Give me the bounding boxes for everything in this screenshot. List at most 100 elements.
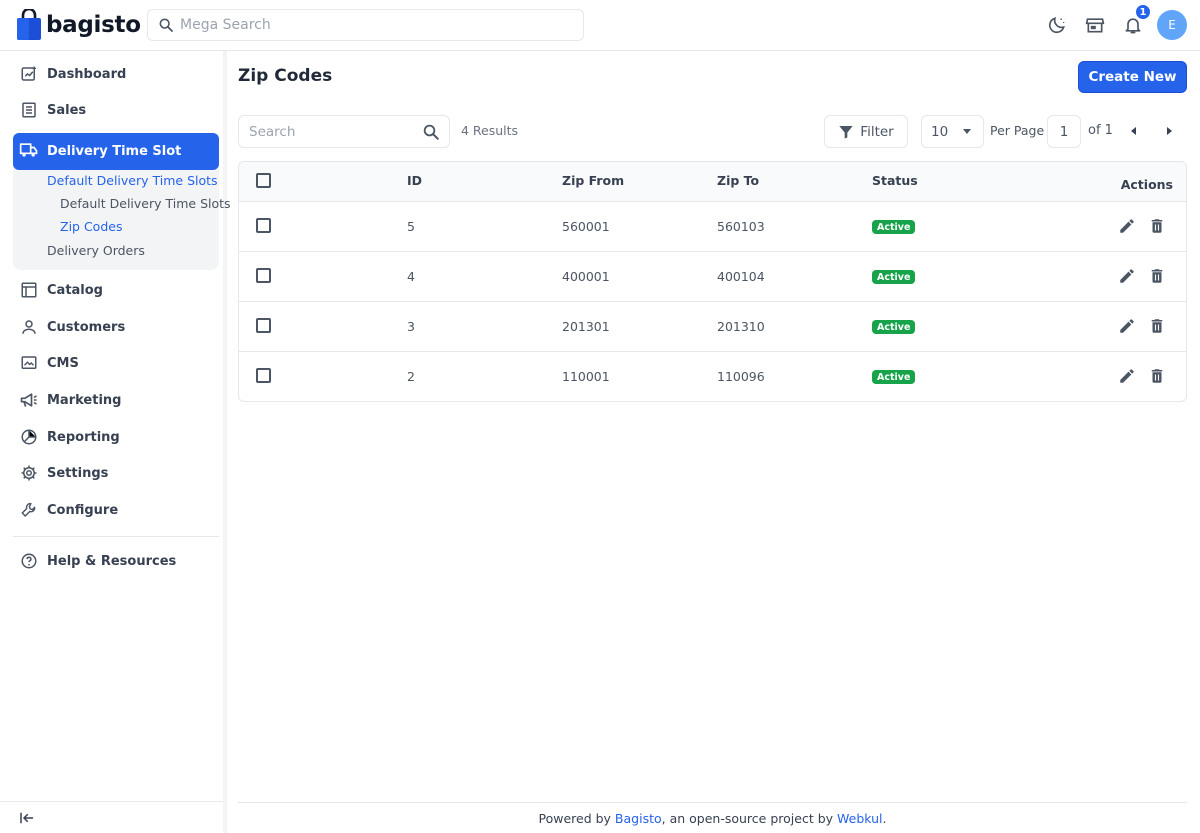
- cell-zip-to: 201310: [717, 319, 765, 334]
- sidebar-item-marketing[interactable]: Marketing: [13, 382, 219, 418]
- delete-trash-icon[interactable]: [1147, 316, 1167, 336]
- search-icon: [159, 18, 173, 32]
- sidebar-item-sales[interactable]: Sales: [13, 92, 219, 128]
- dashboard-icon: [19, 64, 39, 84]
- per-page-value: 10: [931, 123, 949, 140]
- cell-id: 4: [407, 269, 415, 284]
- sidebar-item-label: Settings: [47, 465, 109, 481]
- filter-button[interactable]: Filter: [824, 115, 908, 148]
- column-header-zip-to[interactable]: Zip To: [717, 173, 759, 188]
- chevron-down-icon: [963, 129, 971, 134]
- sidebar-item-label: Configure: [47, 502, 119, 518]
- sidebar-item-label: Customers: [47, 319, 126, 335]
- edit-pencil-icon[interactable]: [1117, 266, 1137, 286]
- column-header-zip-from[interactable]: Zip From: [562, 173, 624, 188]
- sales-icon: [19, 100, 39, 120]
- sidebar-item-reporting[interactable]: Reporting: [13, 419, 219, 455]
- delete-trash-icon[interactable]: [1147, 266, 1167, 286]
- footer-link-bagisto[interactable]: Bagisto: [615, 811, 662, 826]
- sidebar: Dashboard Sales Delivery Time Slot Defau…: [0, 51, 231, 833]
- row-checkbox[interactable]: [256, 218, 271, 233]
- customers-icon: [19, 317, 39, 337]
- help-question-icon: [19, 551, 39, 571]
- sidebar-item-customers[interactable]: Customers: [13, 309, 219, 345]
- table-header: ID Zip From Zip To Status Actions: [239, 162, 1186, 202]
- footer-suffix: .: [882, 810, 887, 826]
- select-all-checkbox[interactable]: [256, 173, 271, 188]
- bagisto-logo[interactable]: bagisto: [16, 9, 141, 41]
- create-new-button[interactable]: Create New: [1078, 61, 1187, 93]
- reporting-chart-icon: [19, 427, 39, 447]
- table-row: 2 110001 110096 Active: [239, 352, 1186, 401]
- filter-funnel-icon: [839, 125, 853, 139]
- user-avatar[interactable]: E: [1157, 10, 1187, 40]
- gear-icon: [19, 463, 39, 483]
- sidebar-item-catalog[interactable]: Catalog: [13, 272, 219, 308]
- row-checkbox[interactable]: [256, 268, 271, 283]
- previous-page-arrow-icon[interactable]: [1131, 126, 1141, 136]
- marketing-megaphone-icon: [19, 390, 39, 410]
- wrench-icon: [19, 500, 39, 520]
- sidebar-item-help-resources[interactable]: Help & Resources: [13, 543, 219, 579]
- edit-pencil-icon[interactable]: [1117, 316, 1137, 336]
- moon-icon: [1048, 17, 1065, 34]
- brand-name: bagisto: [46, 12, 141, 38]
- column-header-actions: Actions: [1120, 177, 1173, 192]
- table-row: 3 201301 201310 Active: [239, 302, 1186, 352]
- submenu-zip-codes[interactable]: Zip Codes: [60, 219, 122, 234]
- mega-search-input[interactable]: [180, 17, 560, 33]
- next-page-arrow-icon[interactable]: [1165, 126, 1175, 136]
- sidebar-item-label: Catalog: [47, 282, 103, 298]
- dark-mode-toggle[interactable]: [1045, 13, 1069, 37]
- collapse-sidebar-button[interactable]: [0, 801, 223, 833]
- cell-zip-to: 110096: [717, 369, 765, 384]
- footer-link-webkul[interactable]: Webkul: [837, 811, 883, 826]
- search-icon[interactable]: [422, 123, 440, 145]
- submenu-default-delivery-time-slots[interactable]: Default Delivery Time Slots: [47, 173, 218, 188]
- row-checkbox[interactable]: [256, 368, 271, 383]
- storefront-button[interactable]: [1083, 13, 1107, 37]
- page-title: Zip Codes: [238, 66, 333, 86]
- footer-middle: , an open-source project by: [661, 810, 837, 826]
- per-page-label: Per Page: [990, 123, 1045, 138]
- sidebar-item-cms[interactable]: CMS: [13, 345, 219, 381]
- cell-zip-from: 110001: [562, 369, 610, 384]
- column-header-id[interactable]: ID: [407, 173, 422, 188]
- store-icon: [1085, 18, 1105, 33]
- sidebar-item-dashboard[interactable]: Dashboard: [13, 56, 219, 92]
- column-header-status[interactable]: Status: [872, 173, 918, 188]
- results-count: 4 Results: [461, 123, 519, 138]
- cell-zip-from: 201301: [562, 319, 610, 334]
- sidebar-item-label: Delivery Time Slot: [47, 144, 182, 159]
- cell-zip-from: 560001: [562, 219, 610, 234]
- sidebar-item-settings[interactable]: Settings: [13, 455, 219, 491]
- page-number-input[interactable]: 1: [1047, 115, 1081, 148]
- cell-zip-to: 400104: [717, 269, 765, 284]
- page-total: of 1: [1088, 123, 1113, 138]
- table-row: 5 560001 560103 Active: [239, 202, 1186, 252]
- datagrid-search-box[interactable]: [238, 115, 450, 148]
- mega-search-box[interactable]: [147, 9, 584, 41]
- cell-zip-from: 400001: [562, 269, 610, 284]
- sidebar-item-delivery-time-slot[interactable]: Delivery Time Slot: [13, 133, 219, 170]
- row-checkbox[interactable]: [256, 318, 271, 333]
- status-badge: Active: [872, 220, 916, 234]
- submenu-default-delivery-time-slots-child[interactable]: Default Delivery Time Slots: [60, 196, 231, 211]
- footer-prefix: Powered by: [538, 810, 615, 826]
- sidebar-item-label: Marketing: [47, 392, 122, 408]
- status-badge: Active: [872, 320, 916, 334]
- sidebar-item-label: Reporting: [47, 429, 120, 445]
- delete-trash-icon[interactable]: [1147, 216, 1167, 236]
- submenu-delivery-orders[interactable]: Delivery Orders: [47, 243, 145, 258]
- delete-trash-icon[interactable]: [1147, 366, 1167, 386]
- status-badge: Active: [872, 270, 916, 284]
- per-page-select[interactable]: 10: [921, 115, 984, 148]
- edit-pencil-icon[interactable]: [1117, 366, 1137, 386]
- sidebar-item-configure[interactable]: Configure: [13, 492, 219, 528]
- edit-pencil-icon[interactable]: [1117, 216, 1137, 236]
- datagrid-search-input[interactable]: [249, 123, 409, 140]
- collapse-arrow-icon: [20, 812, 33, 823]
- status-badge: Active: [872, 370, 916, 384]
- sidebar-item-label: Sales: [47, 102, 87, 118]
- zip-codes-table: ID Zip From Zip To Status Actions 5 5600…: [238, 161, 1187, 402]
